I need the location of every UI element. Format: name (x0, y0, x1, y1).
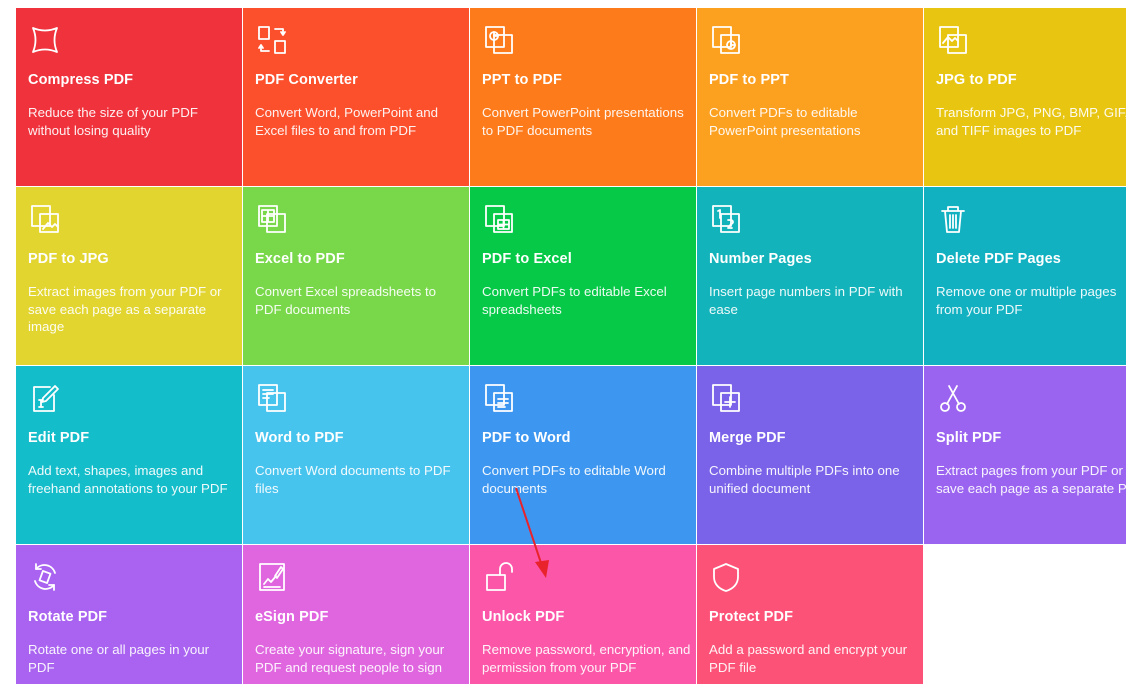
convert-icon (255, 23, 289, 57)
tool-tile-esign-pdf[interactable]: eSign PDF Create your signature, sign you… (243, 545, 469, 684)
unlock-icon (482, 560, 516, 594)
tool-description: Convert PDFs to editable Word documents (482, 463, 666, 496)
tools-grid: Compress PDF Reduce the size of your PDF … (16, 8, 1126, 685)
tool-title: Protect PDF (709, 609, 794, 625)
tool-description: Create your signature, sign your PDF and… (255, 642, 445, 675)
tool-description: Rotate one or all pages in your PDF (28, 642, 210, 675)
tool-description: Convert Word, PowerPoint and Excel files… (255, 105, 439, 138)
tool-tile-ppt-to-pdf[interactable]: PPT to PDF Convert PowerPoint presentatio… (470, 8, 696, 186)
tool-description: Convert PDFs to editable Excel spreadshe… (482, 284, 667, 317)
tool-title: Word to PDF (255, 430, 344, 446)
tool-tile-protect-pdf[interactable]: Protect PDF Add a password and encrypt yo… (697, 545, 923, 684)
tool-title: PDF Converter (255, 72, 358, 88)
rotate-icon (28, 560, 62, 594)
number-pages-icon (709, 202, 743, 236)
tool-title: PDF to Excel (482, 251, 572, 267)
tool-tile-pdf-to-word[interactable]: PDF to Word Convert PDFs to editable Word… (470, 366, 696, 544)
tool-title: Edit PDF (28, 430, 90, 446)
tool-description: Remove password, encryption, and permiss… (482, 642, 691, 675)
merge-icon (709, 381, 743, 415)
pdf-to-ppt-icon (709, 23, 743, 57)
spreadsheet-icon (255, 202, 289, 236)
tool-tile-pdf-to-ppt[interactable]: PDF to PPT Convert PDFs to editable Power… (697, 8, 923, 186)
image-icon (936, 23, 970, 57)
tool-title: eSign PDF (255, 609, 329, 625)
tool-tile-word-to-pdf[interactable]: Word to PDF Convert Word documents to PDF… (243, 366, 469, 544)
tool-tile-compress-pdf[interactable]: Compress PDF Reduce the size of your PDF … (16, 8, 242, 186)
tool-title: PDF to Word (482, 430, 571, 446)
tool-tile-unlock-pdf[interactable]: Unlock PDF Remove password, encryption, a… (470, 545, 696, 684)
pdf-to-image-icon (28, 202, 62, 236)
tool-title: PDF to JPG (28, 251, 109, 267)
tool-tile-number-pages[interactable]: Number Pages Insert page numbers in PDF w… (697, 187, 923, 365)
tool-tile-pdf-converter[interactable]: PDF Converter Convert Word, PowerPoint an… (243, 8, 469, 186)
tool-title: Delete PDF Pages (936, 251, 1061, 267)
tool-description: Convert Excel spreadsheets to PDF docume… (255, 284, 437, 317)
tool-title: Split PDF (936, 430, 1002, 446)
word-icon (255, 381, 289, 415)
tool-description: Extract pages from your PDF or save each… (936, 463, 1126, 496)
tool-description: Reduce the size of your PDF without losi… (28, 105, 198, 138)
compress-icon (28, 23, 62, 57)
tool-description: Extract images from your PDF or save eac… (28, 284, 222, 334)
tool-title: Merge PDF (709, 430, 786, 446)
ppt-icon (482, 23, 516, 57)
tool-title: Rotate PDF (28, 609, 108, 625)
tool-tile-pdf-to-excel[interactable]: PDF to Excel Convert PDFs to editable Exc… (470, 187, 696, 365)
tool-tile-split-pdf[interactable]: Split PDF Extract pages from your PDF or … (924, 366, 1126, 544)
trash-icon (936, 202, 970, 236)
tool-title: JPG to PDF (936, 72, 1017, 88)
pdf-to-word-icon (482, 381, 516, 415)
signature-icon (255, 560, 289, 594)
tool-description: Remove one or multiple pages from your P… (936, 284, 1117, 317)
tool-title: PDF to PPT (709, 72, 789, 88)
tool-tile-jpg-to-pdf[interactable]: JPG to PDF Transform JPG, PNG, BMP, GIF, … (924, 8, 1126, 186)
scissors-icon (936, 381, 970, 415)
tool-title: Unlock PDF (482, 609, 565, 625)
tool-description: Convert PowerPoint presentations to PDF … (482, 105, 684, 138)
tool-title: Number Pages (709, 251, 812, 267)
pdf-to-excel-icon (482, 202, 516, 236)
tool-title: PPT to PDF (482, 72, 562, 88)
tool-description: Insert page numbers in PDF with ease (709, 284, 903, 317)
tool-tile-delete-pdf-pages[interactable]: Delete PDF Pages Remove one or multiple p… (924, 187, 1126, 365)
tool-tile-merge-pdf[interactable]: Merge PDF Combine multiple PDFs into one … (697, 366, 923, 544)
tool-description: Add text, shapes, images and freehand an… (28, 463, 228, 496)
tool-description: Convert PDFs to editable PowerPoint pres… (709, 105, 861, 138)
tool-description: Transform JPG, PNG, BMP, GIF, and TIFF i… (936, 105, 1126, 138)
edit-icon (28, 381, 62, 415)
tool-title: Compress PDF (28, 72, 134, 88)
tool-tile-edit-pdf[interactable]: Edit PDF Add text, shapes, images and fre… (16, 366, 242, 544)
tool-tile-pdf-to-jpg[interactable]: PDF to JPG Extract images from your PDF o… (16, 187, 242, 365)
tool-description: Add a password and encrypt your PDF file (709, 642, 908, 675)
tool-description: Combine multiple PDFs into one unified d… (709, 463, 900, 496)
tool-tile-rotate-pdf[interactable]: Rotate PDF Rotate one or all pages in you… (16, 545, 242, 684)
tool-title: Excel to PDF (255, 251, 345, 267)
tool-description: Convert Word documents to PDF files (255, 463, 451, 496)
shield-icon (709, 560, 743, 594)
tool-tile-excel-to-pdf[interactable]: Excel to PDF Convert Excel spreadsheets t… (243, 187, 469, 365)
